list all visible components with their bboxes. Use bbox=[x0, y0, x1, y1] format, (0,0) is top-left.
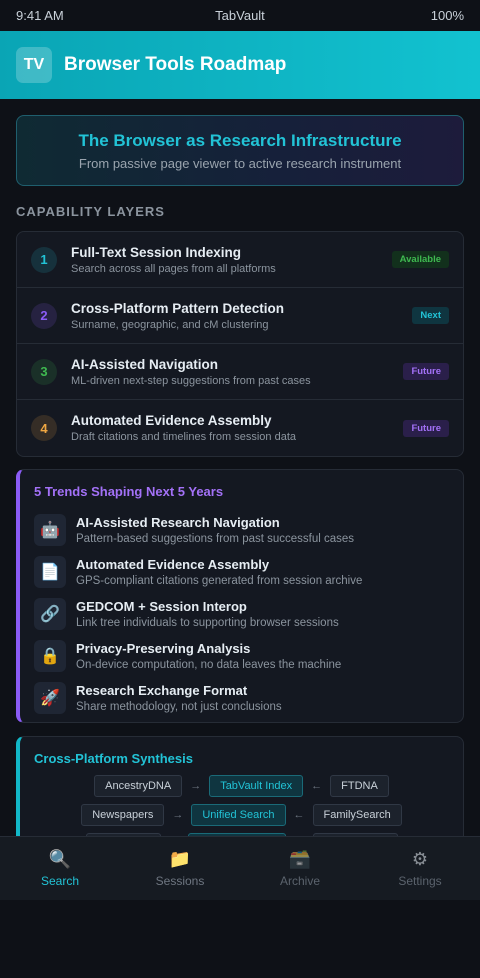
trend-title: GEDCOM + Session Interop bbox=[76, 599, 247, 614]
folder-icon: 📁 bbox=[168, 848, 192, 869]
tab-sessions[interactable]: 📁 Sessions bbox=[120, 837, 240, 900]
layer-number: 4 bbox=[31, 415, 57, 441]
trend-description: Share methodology, not just conclusions bbox=[76, 701, 282, 713]
layer-text: Automated Evidence Assembly Draft citati… bbox=[71, 413, 403, 443]
capability-layers-list: 1 Full-Text Session Indexing Search acro… bbox=[16, 231, 464, 457]
lock-icon-glyph: 🔒 bbox=[40, 648, 60, 665]
gear-icon: ⚙ bbox=[411, 848, 429, 869]
layer-text: AI-Assisted Navigation ML-driven next-st… bbox=[71, 357, 403, 387]
trends-title: 5 Trends Shaping Next 5 Years bbox=[34, 484, 224, 499]
trend-text: GEDCOM + Session Interop Link tree indiv… bbox=[76, 599, 339, 629]
layer-status-badge: Future bbox=[403, 363, 449, 380]
link-icon-glyph: 🔗 bbox=[40, 606, 60, 623]
hub-node: TabVault Index bbox=[209, 775, 304, 797]
layer-title: Automated Evidence Assembly bbox=[71, 413, 272, 428]
arrow-left-icon: ← bbox=[293, 809, 305, 821]
trend-text: Privacy-Preserving Analysis On-device co… bbox=[76, 641, 341, 671]
hero-subtitle: From passive page viewer to active resea… bbox=[78, 155, 402, 171]
trend-item: 📄 Automated Evidence Assembly GPS-compli… bbox=[34, 551, 449, 593]
arrow-left-icon: ← bbox=[311, 780, 323, 792]
layer-title: Full-Text Session Indexing bbox=[71, 244, 242, 260]
layer-description: Search across all pages from all platfor… bbox=[71, 262, 276, 275]
app-header: TV Browser Tools Roadmap bbox=[0, 31, 480, 99]
layer-number: 1 bbox=[31, 246, 57, 273]
trend-description: On-device computation, no data leaves th… bbox=[76, 659, 342, 671]
app-logo: TV bbox=[16, 47, 52, 83]
synthesis-flow-row: Newspapers → Unified Search ← FamilySear… bbox=[34, 804, 449, 826]
layer-title: AI-Assisted Navigation bbox=[71, 356, 219, 372]
rocket-icon-glyph: 🚀 bbox=[40, 690, 60, 707]
robot-icon-glyph: 🤖 bbox=[40, 522, 60, 539]
layer-item[interactable]: 4 Automated Evidence Assembly Draft cita… bbox=[17, 400, 463, 456]
source-node: AncestryDNA bbox=[94, 775, 183, 797]
trend-item: 🚀 Research Exchange Format Share methodo… bbox=[34, 677, 449, 719]
archive-icon: 🗃️ bbox=[288, 848, 312, 869]
trend-title: Privacy-Preserving Analysis bbox=[76, 641, 251, 656]
synthesis-card: Cross-Platform Synthesis AncestryDNA → T… bbox=[16, 736, 464, 836]
source-node: FamilySearch bbox=[312, 804, 402, 826]
link-icon: 🔗 bbox=[34, 598, 66, 630]
trend-text: Research Exchange Format Share methodolo… bbox=[76, 683, 282, 713]
rocket-icon: 🚀 bbox=[34, 682, 66, 714]
document-icon: 📄 bbox=[34, 556, 66, 588]
layer-text: Cross-Platform Pattern Detection Surname… bbox=[71, 301, 412, 331]
trend-title: AI-Assisted Research Navigation bbox=[76, 515, 280, 530]
robot-icon: 🤖 bbox=[34, 514, 66, 546]
bottom-tab-bar: 🔍 Search 📁 Sessions 🗃️ Archive ⚙ Setting… bbox=[0, 836, 480, 900]
trend-text: Automated Evidence Assembly GPS-complian… bbox=[76, 557, 362, 587]
layer-description: Draft citations and timelines from sessi… bbox=[71, 431, 296, 443]
page-title: Browser Tools Roadmap bbox=[64, 54, 287, 75]
lock-icon: 🔒 bbox=[34, 640, 66, 672]
tab-label: Settings bbox=[398, 873, 442, 888]
layer-item[interactable]: 1 Full-Text Session Indexing Search acro… bbox=[17, 232, 463, 288]
layer-text: Full-Text Session Indexing Search across… bbox=[71, 245, 392, 275]
layer-status-badge: Next bbox=[412, 307, 449, 324]
hub-node: Unified Search bbox=[191, 804, 286, 826]
layer-item[interactable]: 2 Cross-Platform Pattern Detection Surna… bbox=[17, 288, 463, 344]
trend-text: AI-Assisted Research Navigation Pattern-… bbox=[76, 515, 354, 545]
synthesis-flow-row: AncestryDNA → TabVault Index ← FTDNA bbox=[34, 775, 449, 797]
layer-item[interactable]: 3 AI-Assisted Navigation ML-driven next-… bbox=[17, 344, 463, 400]
trend-description: Link tree individuals to supporting brow… bbox=[76, 617, 339, 629]
trend-title: Research Exchange Format bbox=[76, 683, 248, 698]
trend-description: Pattern-based suggestions from past succ… bbox=[76, 533, 355, 545]
trend-item: 🤖 AI-Assisted Research Navigation Patter… bbox=[34, 509, 449, 551]
trend-title: Automated Evidence Assembly bbox=[76, 557, 270, 572]
layer-number: 3 bbox=[31, 358, 57, 385]
status-time: 9:41 AM bbox=[16, 8, 64, 23]
document-icon-glyph: 📄 bbox=[40, 564, 60, 581]
hero-title: The Browser as Research Infrastructure bbox=[78, 130, 402, 150]
arrow-right-icon: → bbox=[190, 780, 202, 792]
bottom-background bbox=[0, 900, 480, 978]
tab-settings[interactable]: ⚙ Settings bbox=[360, 837, 480, 900]
search-icon: 🔍 bbox=[48, 848, 72, 869]
trend-item: 🔗 GEDCOM + Session Interop Link tree ind… bbox=[34, 593, 449, 635]
layer-description: ML-driven next-step suggestions from pas… bbox=[71, 374, 311, 387]
tab-label: Search bbox=[40, 873, 80, 888]
layer-status-badge: Future bbox=[403, 419, 449, 437]
layer-number: 2 bbox=[31, 302, 57, 329]
layer-description: Surname, geographic, and cM clustering bbox=[71, 318, 269, 331]
layer-status-badge: Available bbox=[391, 251, 449, 268]
tab-label: Sessions bbox=[155, 873, 205, 888]
synthesis-title: Cross-Platform Synthesis bbox=[34, 751, 193, 766]
layer-title: Cross-Platform Pattern Detection bbox=[71, 300, 285, 316]
arrow-right-icon: → bbox=[172, 809, 184, 821]
source-node: FTDNA bbox=[330, 775, 389, 797]
status-app-name: TabVault bbox=[215, 8, 265, 23]
trend-description: GPS-compliant citations generated from s… bbox=[76, 575, 363, 587]
tab-search[interactable]: 🔍 Search bbox=[0, 837, 120, 900]
trend-item: 🔒 Privacy-Preserving Analysis On-device … bbox=[34, 635, 449, 677]
trends-card: 5 Trends Shaping Next 5 Years 🤖 AI-Assis… bbox=[16, 469, 464, 723]
tab-archive[interactable]: 🗃️ Archive bbox=[240, 837, 360, 900]
status-battery: 100% bbox=[430, 8, 464, 23]
source-node: Newspapers bbox=[81, 804, 165, 826]
status-bar: 9:41 AM TabVault 100% bbox=[0, 0, 480, 31]
hero-card: The Browser as Research Infrastructure F… bbox=[16, 115, 464, 186]
main-scroll-area[interactable]: The Browser as Research Infrastructure F… bbox=[0, 99, 480, 836]
section-title-capability-layers: CAPABILITY LAYERS bbox=[16, 204, 165, 219]
tab-label: Archive bbox=[279, 873, 320, 888]
